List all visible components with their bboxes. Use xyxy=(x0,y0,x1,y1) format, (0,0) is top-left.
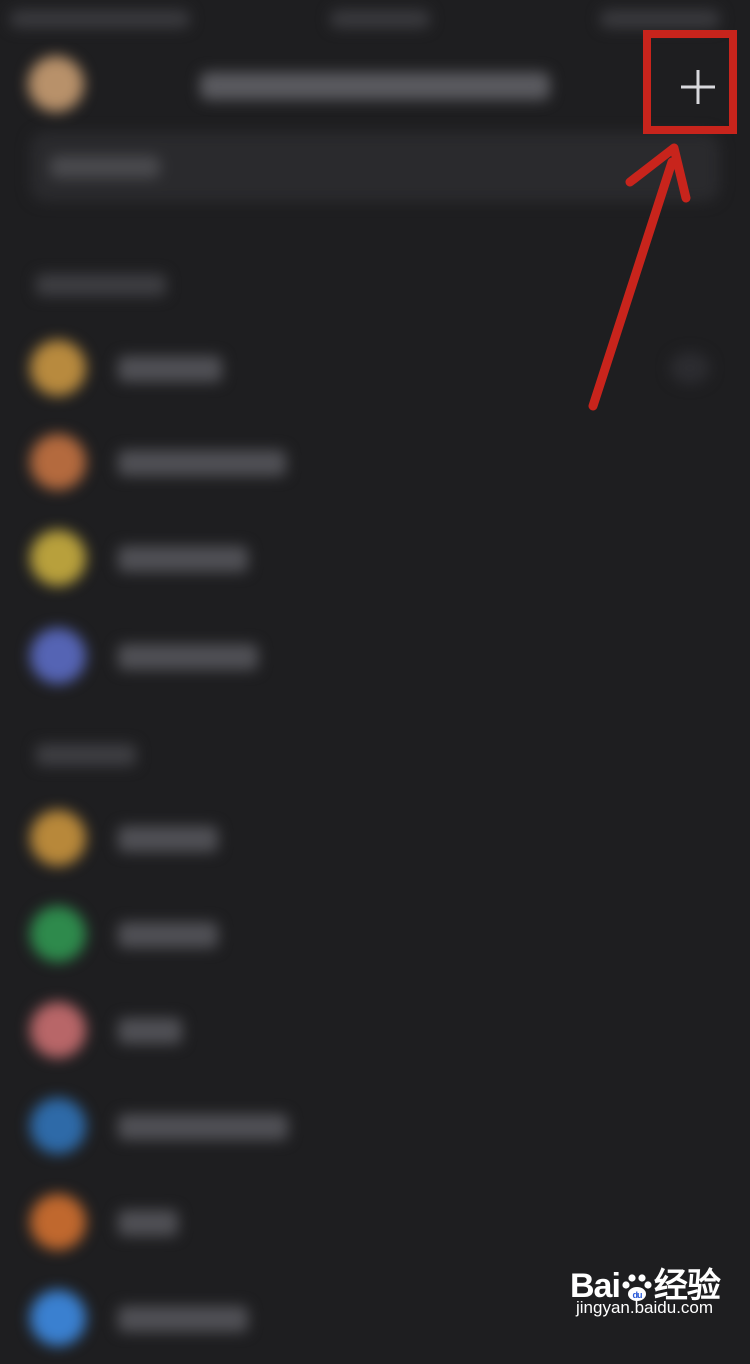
list-item-icon xyxy=(30,1098,86,1154)
list-item-label xyxy=(118,1018,182,1044)
list-item-icon xyxy=(30,906,86,962)
watermark-url: jingyan.baidu.com xyxy=(576,1298,714,1317)
list-item[interactable] xyxy=(0,888,750,980)
baidu-jingyan-watermark: Bai du 经验 jingyan.baidu.com xyxy=(570,1258,740,1322)
list-item-icon xyxy=(30,1194,86,1250)
list-item[interactable] xyxy=(0,512,750,604)
list-item-icon xyxy=(30,1290,86,1346)
list-item-label xyxy=(118,922,218,948)
list-item[interactable] xyxy=(0,792,750,884)
list-item[interactable] xyxy=(0,1176,750,1268)
list-item-label xyxy=(118,1306,248,1332)
list-item-label xyxy=(118,546,248,572)
list-item-icon xyxy=(30,1002,86,1058)
list-item-icon xyxy=(30,628,86,684)
list-item-icon xyxy=(30,810,86,866)
list-item-label xyxy=(118,826,218,852)
section-header-2 xyxy=(36,744,136,766)
annotation-arrow xyxy=(588,143,691,411)
list-item-label xyxy=(118,1210,178,1236)
list-item-label xyxy=(118,1114,288,1140)
list-item-label xyxy=(118,450,286,476)
list-item[interactable] xyxy=(0,1080,750,1172)
list-item[interactable] xyxy=(0,610,750,702)
list-item[interactable] xyxy=(0,984,750,1076)
list-item-label xyxy=(118,644,258,670)
list-item-icon xyxy=(30,530,86,586)
